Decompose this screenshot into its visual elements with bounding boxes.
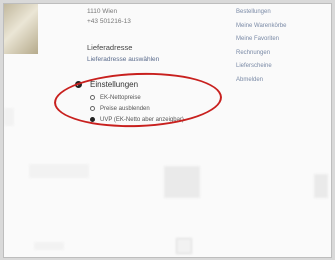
faded-content xyxy=(4,108,14,126)
faded-product-image xyxy=(314,174,328,198)
product-thumbnail xyxy=(4,4,38,54)
menu-item-logout[interactable]: Abmelden xyxy=(236,74,286,88)
menu-item-delivery-notes[interactable]: Lieferscheine xyxy=(236,60,286,74)
faded-content xyxy=(34,242,64,250)
faded-checkbox xyxy=(176,238,192,254)
screenshot-frame: 1110 Wien +43 501216-13 Lieferadresse Li… xyxy=(3,3,332,258)
address-phone: +43 501216-13 xyxy=(87,18,131,25)
faded-content xyxy=(29,164,89,178)
account-menu: Bestellungen Meine Warenkörbe Meine Favo… xyxy=(236,6,286,88)
delivery-title: Lieferadresse xyxy=(87,43,133,52)
menu-item-favorites[interactable]: Meine Favoriten xyxy=(236,33,286,47)
menu-item-invoices[interactable]: Rechnungen xyxy=(236,47,286,61)
delivery-select-link[interactable]: Lieferadresse auswählen xyxy=(87,56,159,63)
faded-product-image xyxy=(164,166,200,198)
menu-item-orders[interactable]: Bestellungen xyxy=(236,6,286,20)
menu-item-carts[interactable]: Meine Warenkörbe xyxy=(236,20,286,34)
address-city: 1110 Wien xyxy=(87,8,118,15)
address-block: 1110 Wien +43 501216-13 xyxy=(87,7,131,27)
